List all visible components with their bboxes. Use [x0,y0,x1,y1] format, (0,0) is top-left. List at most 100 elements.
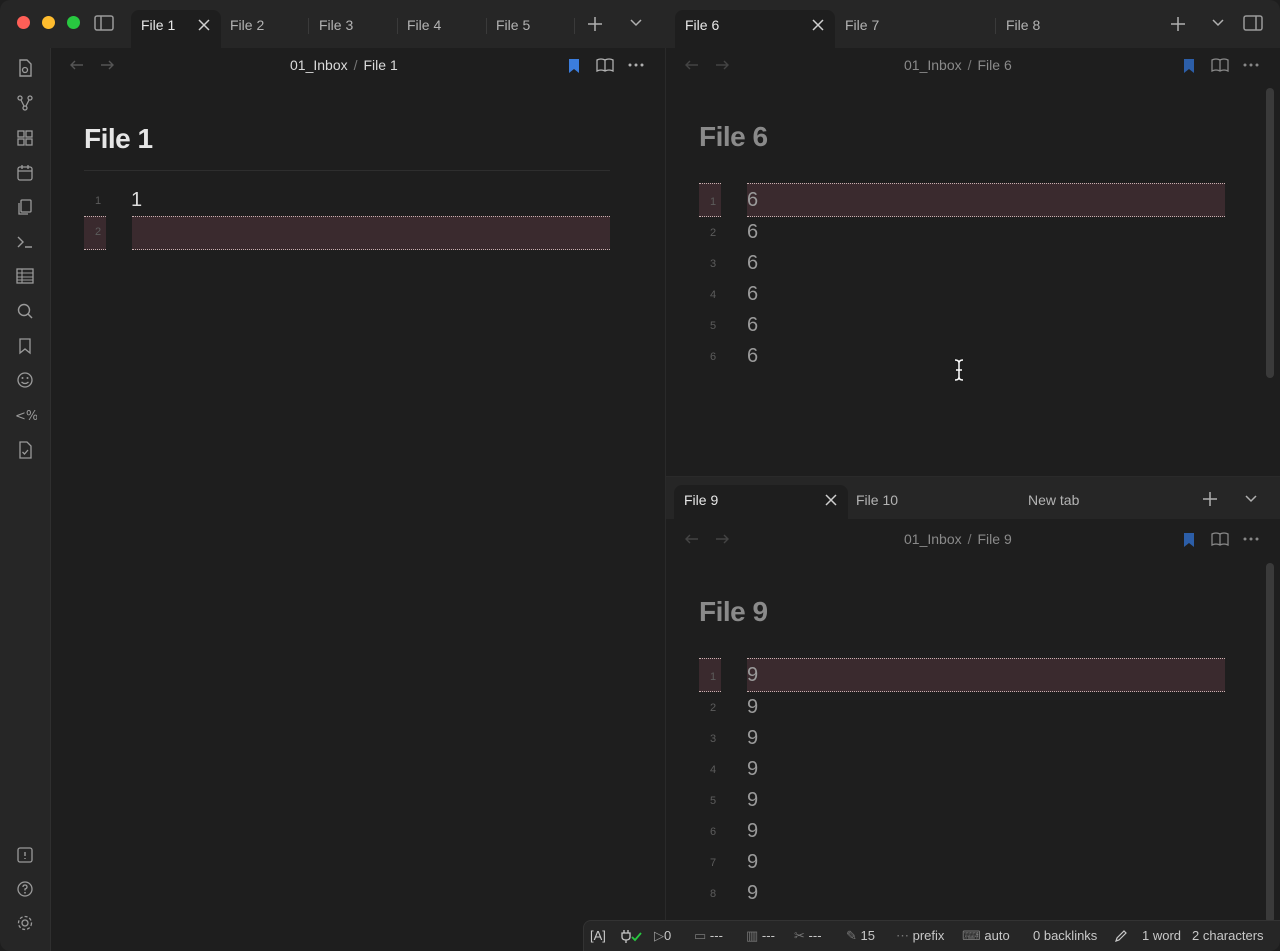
editor-line[interactable]: 1 [131,189,142,212]
new-tab-plus-icon[interactable] [1170,16,1186,32]
note-title[interactable]: File 9 [699,596,768,628]
breadcrumb-folder[interactable]: 01_Inbox [904,57,962,73]
more-options-icon[interactable] [1242,531,1260,549]
editor-line[interactable]: 6 [747,189,758,212]
editor-line[interactable]: 9 [747,882,758,905]
count-status[interactable]: ▷0 [654,928,671,944]
status-item-3[interactable]: ✂ --- [794,928,822,944]
tab-file-4[interactable]: File 4 [397,10,485,48]
canvas-icon[interactable] [15,128,35,148]
vim-mode-indicator[interactable]: [A] [590,928,606,943]
help-icon[interactable] [15,879,35,899]
forward-arrow-icon[interactable] [714,58,730,72]
editor-line[interactable]: 6 [747,221,758,244]
breadcrumb-folder[interactable]: 01_Inbox [290,57,348,73]
help-vault-icon[interactable] [15,845,35,865]
tab-list-chevron-down-icon[interactable] [629,18,643,28]
breadcrumb-file[interactable]: File 9 [978,531,1012,547]
scrollbar[interactable] [1266,563,1274,923]
bookmark-icon[interactable] [1181,531,1199,549]
zoom-window-button[interactable] [67,16,80,29]
right-top-tab-strip: File 6 File 7 File 8 [670,0,1280,48]
graph-icon[interactable] [15,93,35,113]
status-item-2[interactable]: ▥ --- [746,928,775,944]
tab-file-3[interactable]: File 3 [309,10,397,48]
tab-new-tab[interactable]: New tab [1018,485,1192,519]
editor-line[interactable]: 6 [747,345,758,368]
tab-file-10[interactable]: File 10 [846,485,1020,519]
back-arrow-icon[interactable] [684,58,700,72]
reading-view-icon[interactable] [596,57,614,75]
editor-line[interactable]: 9 [747,851,758,874]
note-title[interactable]: File 1 [84,123,153,155]
tab-file-8[interactable]: File 8 [996,10,1156,48]
tab-file-1[interactable]: File 1 [131,10,221,48]
calendar-icon[interactable] [15,163,35,183]
bookmark-icon[interactable] [566,57,584,75]
search-icon[interactable] [15,301,35,321]
editor-line[interactable]: 9 [747,758,758,781]
checklist-icon[interactable] [15,440,35,460]
breadcrumb-file[interactable]: File 6 [978,57,1012,73]
editor-line[interactable]: 6 [747,252,758,275]
tab-list-chevron-down-icon[interactable] [1244,494,1258,504]
bookmark-icon[interactable] [1181,57,1199,75]
line-number: 4 [709,764,717,776]
editor-line[interactable]: 9 [747,789,758,812]
tab-file-2[interactable]: File 2 [220,10,308,48]
back-arrow-icon[interactable] [69,58,85,72]
edit-pencil-icon[interactable] [1114,929,1128,943]
editor-line[interactable]: 9 [747,727,758,750]
reading-view-icon[interactable] [1211,57,1229,75]
active-line-highlight[interactable] [132,216,610,250]
status-item-4[interactable]: ✎ 15 [846,928,875,944]
open-file-icon[interactable] [15,58,35,78]
plugin-status-icon[interactable] [620,929,642,943]
more-options-icon[interactable] [1242,57,1260,75]
template-icon[interactable]: <% [15,405,37,425]
sidebar-toggle-icon[interactable] [94,14,114,32]
forward-arrow-icon[interactable] [99,58,115,72]
backlinks-count[interactable]: 0 backlinks [1033,928,1097,943]
new-tab-plus-icon[interactable] [587,16,603,32]
editor-line[interactable]: 9 [747,696,758,719]
auto-status[interactable]: ⌨ auto [962,928,1010,944]
breadcrumb-folder[interactable]: 01_Inbox [904,531,962,547]
note-title[interactable]: File 6 [699,121,768,153]
tab-file-6[interactable]: File 6 [675,10,835,48]
status-item-1[interactable]: ▭ --- [694,928,723,944]
new-tab-plus-icon[interactable] [1202,491,1218,507]
svg-text:<%: <% [15,409,37,424]
editor-line[interactable]: 9 [747,664,758,687]
line-number: 6 [709,826,717,838]
close-tab-icon[interactable] [824,493,838,507]
table-icon[interactable] [15,266,35,286]
scrollbar[interactable] [1266,88,1274,378]
editor-line[interactable]: 6 [747,314,758,337]
editor-line[interactable]: 9 [747,820,758,843]
columns-icon: ▥ [746,928,759,943]
line-number: 7 [709,857,717,869]
minimize-window-button[interactable] [42,16,55,29]
forward-arrow-icon[interactable] [714,532,730,546]
tab-file-7[interactable]: File 7 [835,10,995,48]
back-arrow-icon[interactable] [684,532,700,546]
copy-icon[interactable] [15,197,35,217]
tab-file-5[interactable]: File 5 [486,10,574,48]
tab-list-chevron-down-icon[interactable] [1211,18,1225,28]
close-tab-icon[interactable] [811,18,825,32]
editor-line[interactable]: 6 [747,283,758,306]
close-tab-icon[interactable] [197,18,211,32]
settings-icon[interactable] [15,913,35,933]
line-number: 2 [709,227,717,239]
right-sidebar-toggle-icon[interactable] [1243,14,1263,32]
emoji-icon[interactable] [15,370,35,390]
breadcrumb-file[interactable]: File 1 [364,57,398,73]
bookmark-icon[interactable] [15,336,35,356]
more-options-icon[interactable] [627,57,645,75]
tab-file-9[interactable]: File 9 [674,485,848,519]
reading-view-icon[interactable] [1211,531,1229,549]
terminal-icon[interactable] [15,232,35,252]
prefix-status[interactable]: ⋯ prefix [896,928,944,944]
close-window-button[interactable] [17,16,30,29]
